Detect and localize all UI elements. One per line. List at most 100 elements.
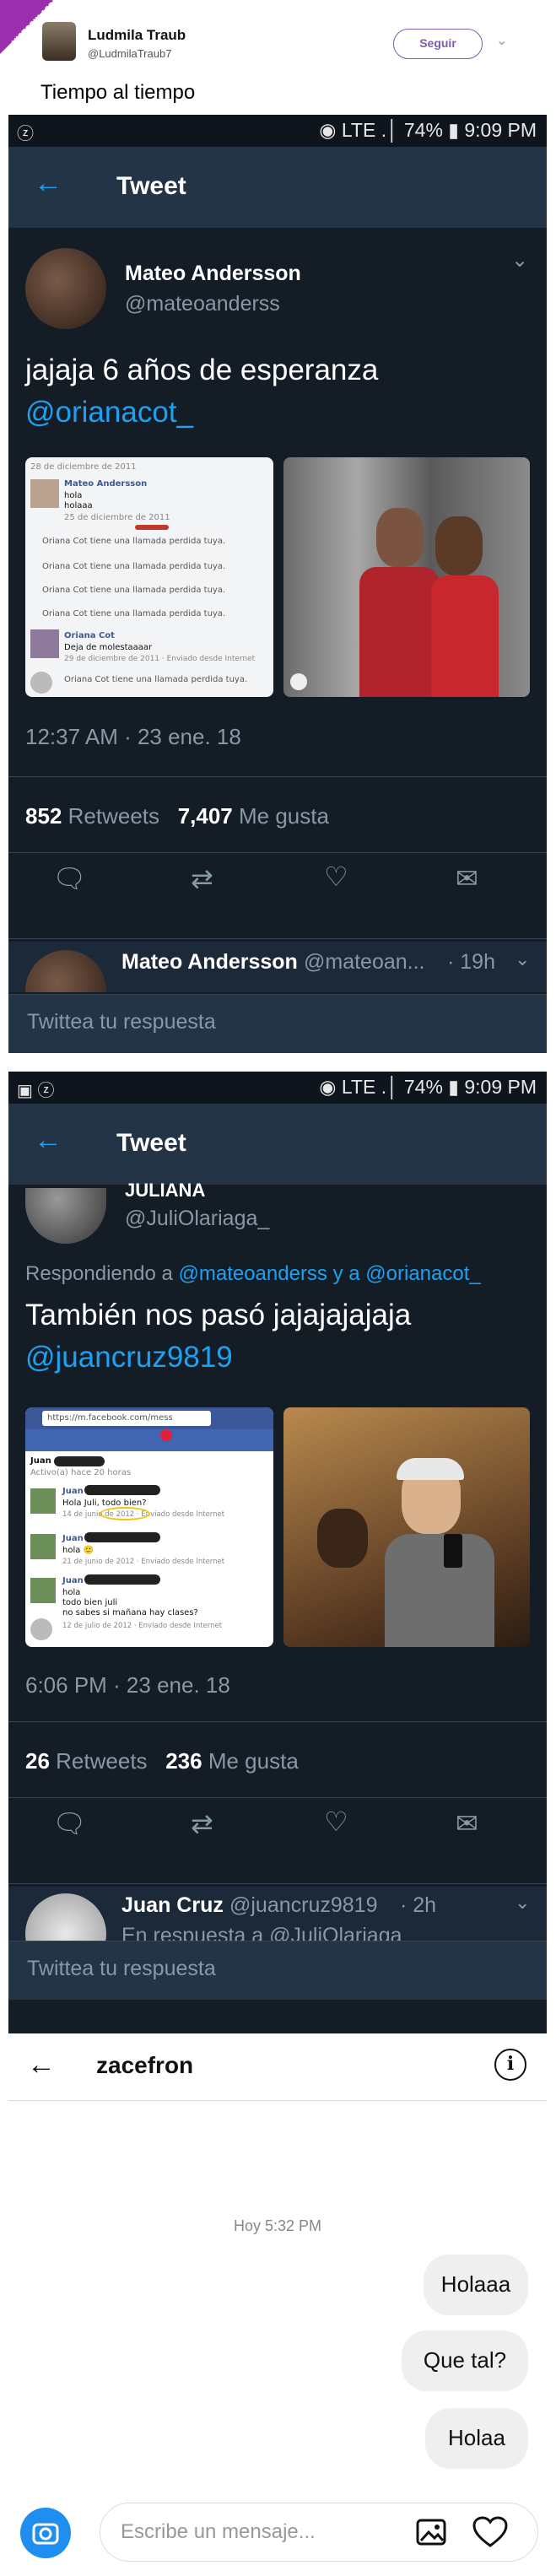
divider: [8, 1883, 547, 1884]
highlight-circle: [100, 1507, 150, 1520]
message-icon[interactable]: ✉: [456, 1807, 478, 1839]
fb-date: 25 de diciembre de 2011: [64, 513, 170, 522]
fb-missed-call: Oriana Cot tiene una llamada perdida tuy…: [42, 586, 226, 595]
like-label[interactable]: Me gusta: [208, 1748, 299, 1774]
divider: [8, 1721, 547, 1722]
tweet-image-screenshot[interactable]: 28 de diciembre de 2011 Mateo Andersson …: [25, 457, 273, 697]
reply-handle[interactable]: @mateoan...: [304, 950, 425, 975]
like-count[interactable]: 236: [165, 1748, 202, 1774]
avatar[interactable]: [42, 22, 76, 61]
tweet-author[interactable]: JULIANA: [125, 1180, 205, 1202]
tweet-handle[interactable]: @JuliOlariaga_: [125, 1207, 269, 1231]
reply-icon[interactable]: 🗨: [52, 1807, 87, 1839]
reply-tweet-preview[interactable]: Mateo Andersson @mateoan... · 19h ⌄: [8, 942, 547, 992]
tweet-author[interactable]: Mateo Andersson: [125, 262, 301, 286]
like-label[interactable]: Me gusta: [239, 803, 329, 829]
avatar[interactable]: [25, 950, 106, 992]
retweet-icon[interactable]: ⇄: [191, 1807, 213, 1839]
chevron-down-icon[interactable]: ⌄: [511, 248, 528, 273]
direct-message-screen: ← zacefron i Hoy 5:32 PM Holaaa Que tal?…: [8, 2033, 547, 2576]
message-bubble[interactable]: Holaaa: [424, 2255, 528, 2315]
fb-date: 29 de diciembre de 2011 · Enviado desde …: [64, 655, 256, 663]
redaction-mark: [135, 525, 169, 530]
message-bubble[interactable]: Holaa: [425, 2408, 528, 2469]
reply-handle[interactable]: @juancruz9819: [229, 1893, 378, 1918]
reply-placeholder[interactable]: Twittea tu respuesta: [27, 1010, 216, 1034]
smiley-icon: [30, 672, 52, 694]
reply-compose-bar[interactable]: Twittea tu respuesta: [8, 994, 547, 1053]
tweet-image-photo[interactable]: [283, 457, 530, 697]
mention-link[interactable]: @mateoanderss: [178, 1262, 327, 1285]
whatsapp-icon: ⓩ: [17, 125, 34, 143]
app-bar: ← Tweet: [8, 147, 547, 228]
retweet-count[interactable]: 852: [25, 803, 62, 829]
photo-figure: [385, 1534, 494, 1647]
fb-message: todo bien juli: [62, 1598, 118, 1607]
photo-figure: [376, 508, 424, 567]
message-input[interactable]: Escribe un mensaje...: [100, 2503, 538, 2562]
dm-timestamp: Hoy 5:32 PM: [233, 2217, 322, 2234]
tweet-handle[interactable]: @mateoanderss: [125, 292, 280, 316]
info-icon[interactable]: i: [494, 2049, 526, 2081]
like-count[interactable]: 7,407: [178, 803, 233, 829]
status-indicators: ◉ LTE .│ 74% ▮ 9:09 PM: [319, 119, 537, 141]
replying-and: y a: [332, 1262, 360, 1285]
reply-placeholder[interactable]: Twittea tu respuesta: [27, 1957, 216, 1981]
smiley-icon: [290, 673, 307, 690]
follow-button[interactable]: Seguir: [393, 29, 483, 59]
mention-link[interactable]: @juancruz9819: [25, 1341, 233, 1374]
avatar[interactable]: [25, 248, 106, 329]
fb-nav-bar: [25, 1429, 273, 1451]
fb-sender: Mateo Andersson: [64, 479, 148, 489]
divider: [8, 938, 547, 939]
back-arrow-icon[interactable]: ←: [27, 2049, 56, 2082]
reply-tweet-preview[interactable]: Juan Cruz @juancruz9819 · 2h ⌄ En respue…: [8, 1887, 547, 1941]
fb-date: 12 de julio de 2012 · Enviado desde Inte…: [62, 1622, 223, 1630]
photo-figure: [435, 516, 483, 575]
reply-compose-bar[interactable]: Twittea tu respuesta: [8, 1941, 547, 2000]
notification-icons: ▣ ⓩ: [17, 1082, 55, 1100]
mention-link[interactable]: @orianacot_: [365, 1262, 480, 1285]
photo-figure: [431, 575, 499, 697]
reply-author[interactable]: Juan Cruz: [121, 1893, 224, 1918]
tweet-timestamp: 6:06 PM · 23 ene. 18: [25, 1672, 230, 1698]
like-icon[interactable]: ♡: [324, 1806, 348, 1838]
back-arrow-icon[interactable]: ←: [34, 1124, 62, 1157]
redaction-mark: [84, 1485, 160, 1495]
post-header: VISTOENLASREDES Ludmila Traub @LudmilaTr…: [0, 0, 556, 118]
reply-icon[interactable]: 🗨: [52, 862, 87, 894]
fb-missed-call: Oriana Cot tiene una llamada perdida tuy…: [42, 537, 226, 546]
avatar[interactable]: [25, 1893, 106, 1941]
retweet-label[interactable]: Retweets: [68, 803, 159, 829]
fb-active: Activo(a) hace 20 horas: [30, 1468, 132, 1477]
post-author[interactable]: Ludmila Traub: [88, 27, 186, 44]
tweet-text: jajaja 6 años de esperanza @orianacot_: [25, 349, 532, 434]
fb-missed-call: Oriana Cot tiene una llamada perdida tuy…: [42, 609, 226, 618]
camera-button[interactable]: [20, 2508, 71, 2558]
dm-header: ← zacefron i: [8, 2033, 547, 2101]
message-icon[interactable]: ✉: [456, 862, 478, 894]
dm-username[interactable]: zacefron: [96, 2052, 193, 2079]
chevron-down-icon[interactable]: ⌄: [515, 1892, 530, 1914]
fb-message: Deja de molestaaaar: [64, 643, 153, 652]
avatar[interactable]: [25, 1188, 106, 1244]
reply-author[interactable]: Mateo Andersson: [121, 950, 298, 975]
message-placeholder[interactable]: Escribe un mensaje...: [121, 2520, 316, 2544]
heart-icon[interactable]: [472, 2515, 509, 2549]
tweet-image-photo[interactable]: [283, 1407, 530, 1647]
post-handle[interactable]: @LudmilaTraub7: [88, 47, 171, 60]
chevron-down-icon[interactable]: ⌄: [496, 32, 507, 49]
redaction-mark: [54, 1456, 105, 1466]
retweet-label[interactable]: Retweets: [56, 1748, 147, 1774]
retweet-count[interactable]: 26: [25, 1748, 50, 1774]
tweet-image-screenshot[interactable]: https://m.facebook.com/mess Juan Activo(…: [25, 1407, 273, 1647]
message-bubble[interactable]: Que tal?: [402, 2330, 528, 2391]
back-arrow-icon[interactable]: ←: [34, 167, 62, 200]
mention-link[interactable]: @orianacot_: [25, 396, 193, 429]
retweet-icon[interactable]: ⇄: [191, 862, 213, 894]
tweet-text-main: También nos pasó jajajajajaja: [25, 1299, 412, 1331]
redaction-mark: [84, 1574, 160, 1585]
like-icon[interactable]: ♡: [324, 861, 348, 893]
gallery-icon[interactable]: [414, 2515, 448, 2549]
chevron-down-icon[interactable]: ⌄: [515, 948, 530, 970]
